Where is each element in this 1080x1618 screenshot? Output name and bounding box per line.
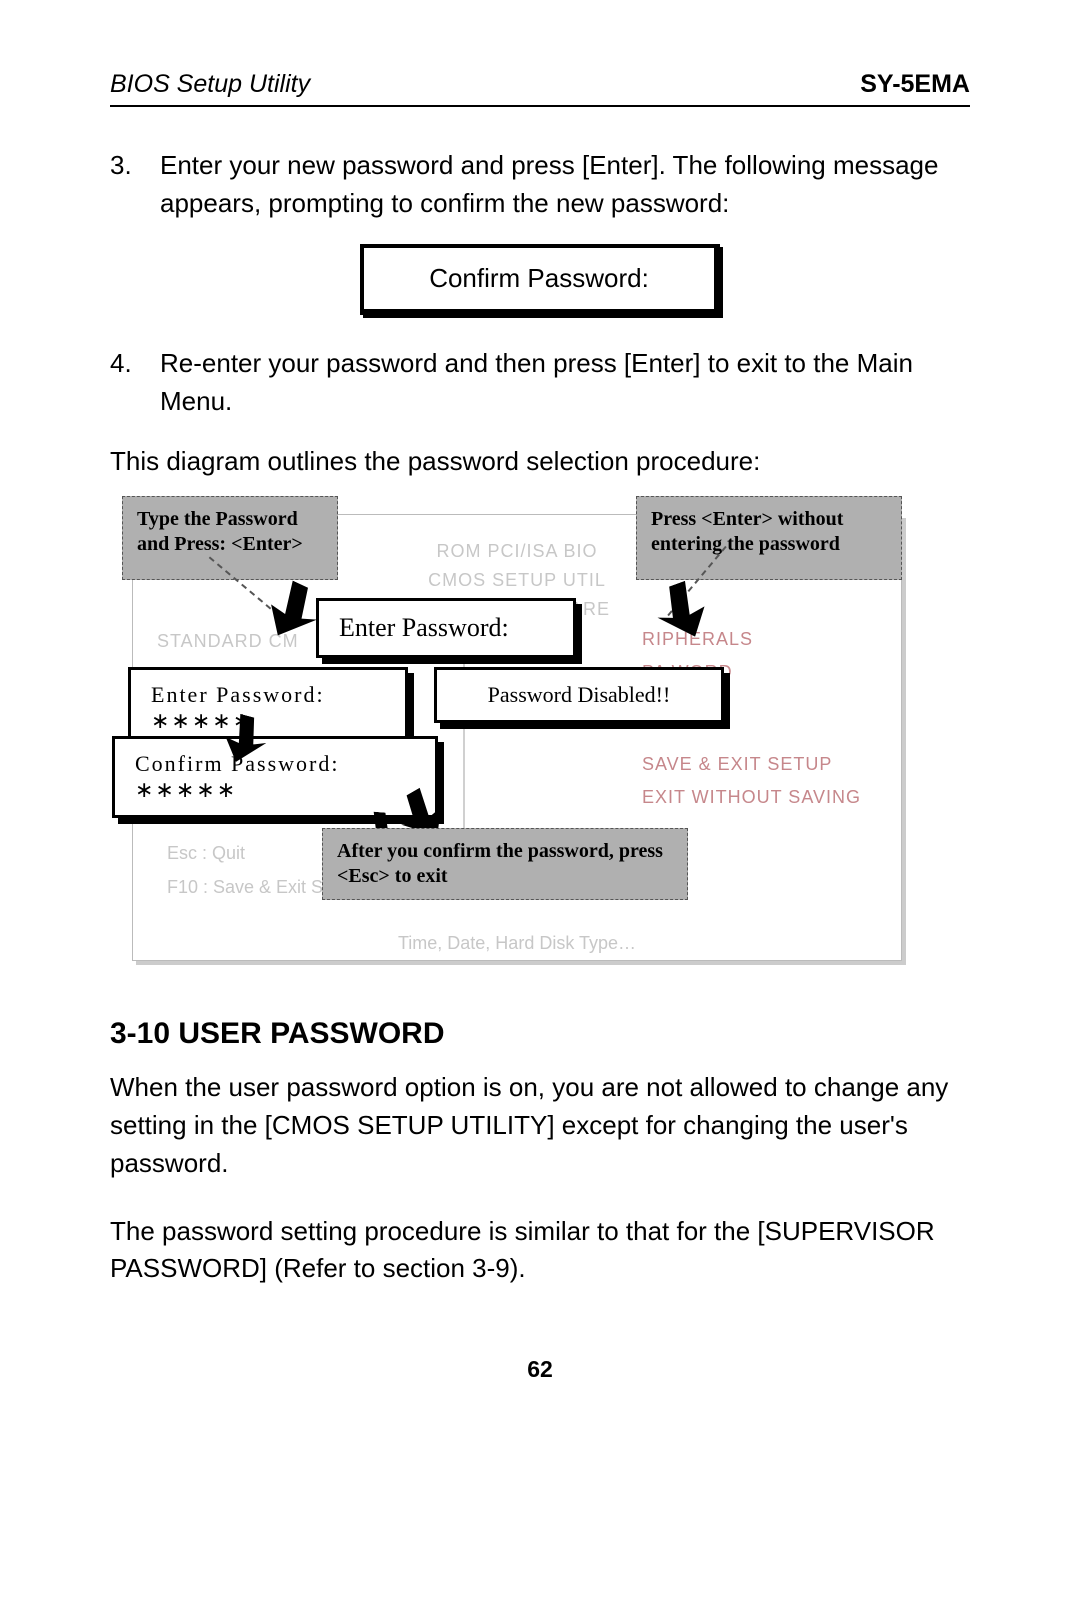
password-procedure-diagram: ROM PCI/ISA BIO CMOS SETUP UTIL AWARD SO… [122, 496, 902, 961]
step-text: Re-enter your password and then press [E… [160, 345, 970, 420]
page-header: BIOS Setup Utility SY-5EMA [110, 70, 970, 107]
step-text: Enter your new password and press [Enter… [160, 147, 970, 222]
callout-press-enter-noentry: Press <Enter> without entering the passw… [636, 496, 902, 580]
section-title: 3-10 USER PASSWORD [110, 1017, 970, 1051]
dialog-confirm-password: Confirm Password: ∗∗∗∗∗ [112, 736, 438, 818]
step-number: 4. [110, 345, 160, 420]
document-page: BIOS Setup Utility SY-5EMA 3. Enter your… [0, 0, 1080, 1618]
diagram-intro: This diagram outlines the password selec… [110, 443, 970, 481]
bg-help-keys: Esc : Quit F10 : Save & Exit Se [167, 836, 333, 904]
dialog-enter-password-empty: Enter Password: [316, 598, 576, 658]
callout-type-password: Type the Password and Press: <Enter> [122, 496, 338, 580]
step-number: 3. [110, 147, 160, 222]
callout-after-confirm: After you confirm the password, press <E… [322, 828, 688, 900]
bg-footer: Time, Date, Hard Disk Type… [133, 933, 901, 954]
header-left: BIOS Setup Utility [110, 70, 310, 99]
dialog-password-disabled: Password Disabled!! [434, 667, 724, 723]
section-body-1: When the user password option is on, you… [110, 1069, 970, 1182]
step-3: 3. Enter your new password and press [En… [110, 147, 970, 222]
step-4: 4. Re-enter your password and then press… [110, 345, 970, 420]
section-body-2: The password setting procedure is simila… [110, 1213, 970, 1288]
confirm-password-box: Confirm Password: [360, 244, 720, 315]
page-number: 62 [110, 1356, 970, 1383]
header-right: SY-5EMA [860, 70, 970, 99]
